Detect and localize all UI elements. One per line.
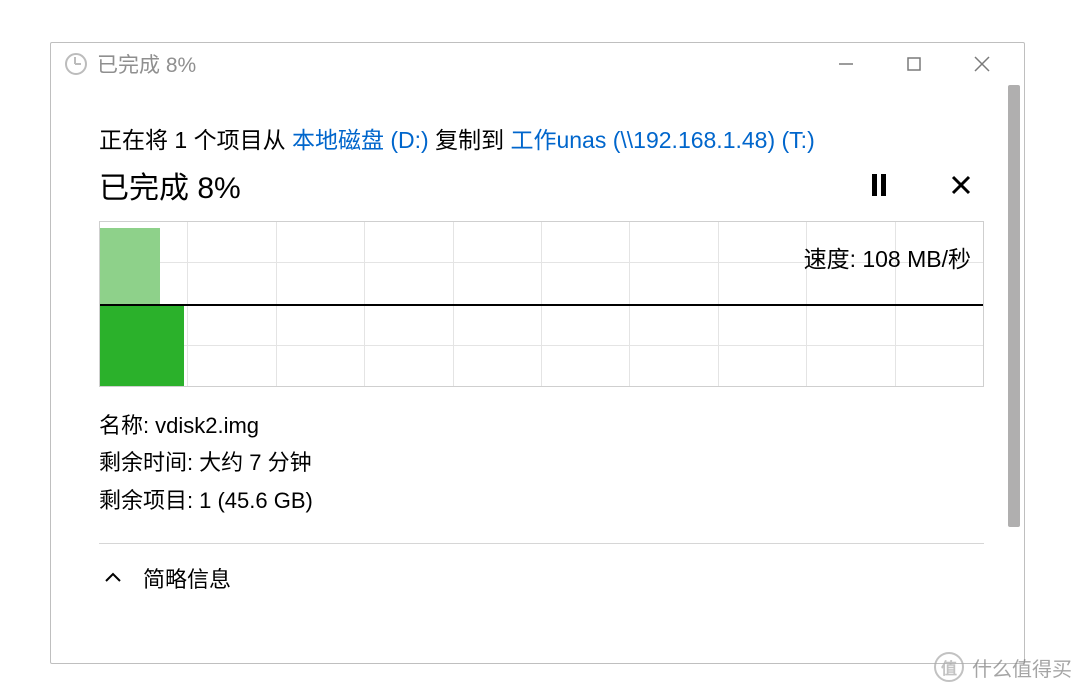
speed-label: 速度: 108 MB/秒 [804,240,971,274]
clock-icon [65,53,87,75]
items-label: 剩余项目: [99,482,193,519]
details-toggle[interactable]: 简略信息 [99,544,984,594]
speed-chart: 速度: 108 MB/秒 [99,221,984,387]
chart-upper-bar [100,228,160,304]
watermark: 值 什么值得买 [934,652,1072,682]
name-label: 名称: [99,407,149,444]
maximize-button[interactable] [898,48,930,80]
progress-status: 已完成 8% [99,163,241,207]
close-button[interactable] [966,48,998,80]
detail-name: 名称: vdisk2.img [99,407,984,444]
time-value: 大约 7 分钟 [199,444,311,481]
transfer-details: 名称: vdisk2.img 剩余时间: 大约 7 分钟 剩余项目: 1 (45… [99,407,984,519]
chevron-up-icon [103,568,123,588]
watermark-icon: 值 [934,652,964,682]
window-controls [830,48,1020,80]
watermark-text: 什么值得买 [972,653,1072,682]
source-link[interactable]: 本地磁盘 (D:) [292,127,429,153]
file-copy-dialog: 已完成 8% 正在将 1 个项目从 本地磁盘 (D:) 复制到 工作unas (… [50,42,1025,664]
toggle-label: 简略信息 [143,562,231,594]
items-value: 1 (45.6 GB) [199,482,313,519]
dialog-content: 正在将 1 个项目从 本地磁盘 (D:) 复制到 工作unas (\\192.1… [51,85,1024,663]
copy-description: 正在将 1 个项目从 本地磁盘 (D:) 复制到 工作unas (\\192.1… [99,121,984,155]
titlebar: 已完成 8% [51,43,1024,85]
chart-lower-bar [100,304,184,386]
time-label: 剩余时间: [99,444,193,481]
scrollbar-thumb[interactable] [1008,85,1020,527]
destination-link[interactable]: 工作unas (\\192.168.1.48) (T:) [510,127,814,153]
name-value: vdisk2.img [155,407,259,444]
status-actions [866,172,984,198]
detail-time: 剩余时间: 大约 7 分钟 [99,444,984,481]
chart-midline [100,304,983,306]
detail-items: 剩余项目: 1 (45.6 GB) [99,482,984,519]
pause-button[interactable] [866,172,892,198]
copy-prefix: 正在将 1 个项目从 [99,127,292,153]
cancel-button[interactable] [948,172,974,198]
window-title: 已完成 8% [97,49,830,79]
copy-middle: 复制到 [429,127,511,153]
status-row: 已完成 8% [99,163,984,207]
minimize-button[interactable] [830,48,862,80]
scrollbar[interactable] [1008,85,1020,637]
